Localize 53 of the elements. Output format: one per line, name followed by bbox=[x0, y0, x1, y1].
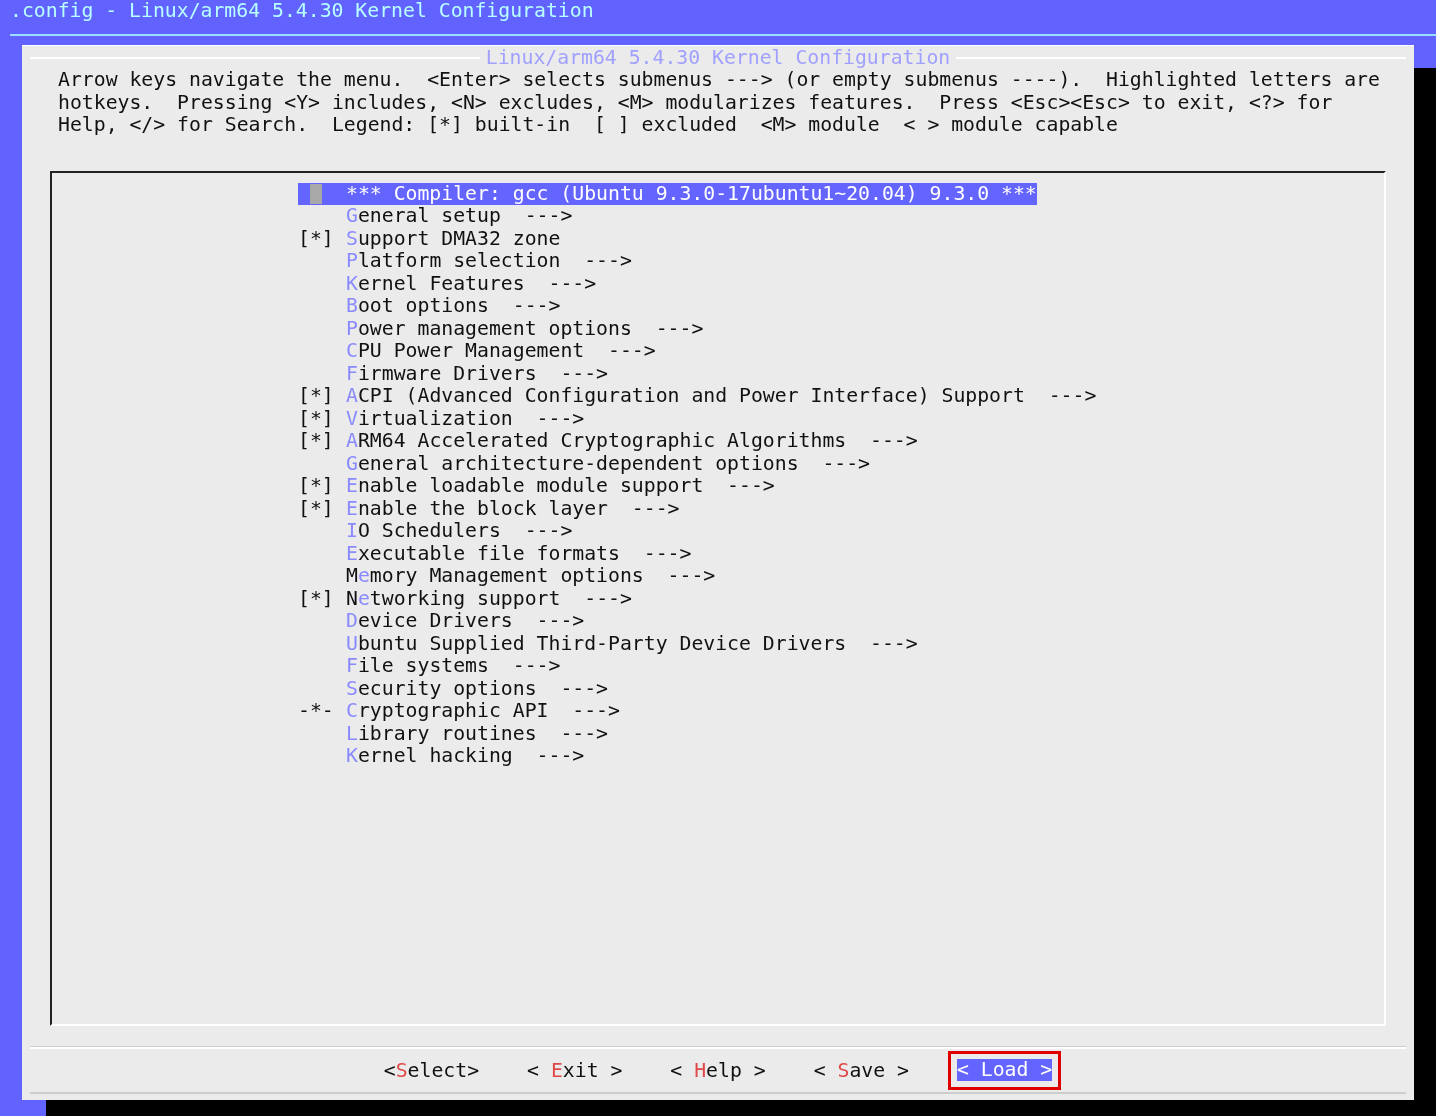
menu-item-label: C ryptographic API ---> bbox=[346, 700, 620, 723]
menu-item-label: Networking support ---> bbox=[346, 587, 632, 610]
menu-item[interactable]: Device Drivers ---> bbox=[298, 610, 585, 633]
menu-item[interactable]: Security options ---> bbox=[298, 677, 609, 700]
menu-item[interactable]: [*] Enable the block layer ---> bbox=[298, 497, 680, 520]
window-title: .config - Linux/arm64 5.4.30 Kernel Configuration bbox=[10, 0, 595, 24]
dialog-button[interactable]: < Load > bbox=[956, 1059, 1053, 1082]
option-state: [*] bbox=[298, 385, 335, 408]
menu-item[interactable]: [*] ACPI (Advanced Configuration and Power Interface) Support ---> bbox=[298, 385, 1097, 408]
menu-item[interactable]: [*] Support DMA32 zone bbox=[298, 227, 561, 250]
menu-item-label: Kernel hacking ---> bbox=[346, 745, 585, 768]
menu-item[interactable]: File systems ---> bbox=[298, 655, 561, 678]
option-state: [*] bbox=[298, 407, 335, 430]
menu-item-label: Firmware Drivers ---> bbox=[346, 362, 609, 385]
menu-item-label: Enable the block layer ---> bbox=[346, 497, 680, 520]
menu-item[interactable]: Kernel hacking ---> bbox=[298, 745, 585, 768]
option-state: [*] bbox=[298, 430, 335, 453]
menu-item-label: Support DMA32 zone bbox=[346, 227, 561, 250]
menu-item-label: ACPI (Advanced Configuration and Power Interface) Support ---> bbox=[346, 385, 1097, 408]
option-state: [*] bbox=[298, 475, 335, 498]
option-state: [*] bbox=[298, 497, 335, 520]
menu-item[interactable]: [*] ARM64 Accelerated Cryptographic Algorithms ---> bbox=[298, 430, 918, 453]
menu-item-label: File systems ---> bbox=[346, 655, 561, 678]
menu-item[interactable]: [*] Networking support ---> bbox=[298, 587, 632, 610]
option-state: -*- bbox=[298, 700, 335, 723]
dialog-button[interactable]: < Exit > bbox=[527, 1059, 623, 1082]
menu-item-label: Boot options ---> bbox=[346, 295, 561, 318]
dialog-button[interactable]: <Select> bbox=[383, 1059, 480, 1082]
menu-item[interactable]: Library routines ---> bbox=[298, 722, 609, 745]
option-state: [*] bbox=[298, 227, 335, 250]
menu-item-label: Device Drivers ---> bbox=[346, 610, 585, 633]
menu-item-label: Virtualization ---> bbox=[346, 407, 585, 430]
menu-item-label: General setup ---> bbox=[346, 205, 573, 228]
menu-item[interactable]: Kernel Features ---> bbox=[298, 272, 597, 295]
menu-item[interactable]: IO Schedulers ---> bbox=[298, 520, 573, 543]
menu-item-label: ARM64 Accelerated Cryptographic Algorithms ---> bbox=[346, 430, 918, 453]
menu-item[interactable]: General setup ---> bbox=[298, 205, 573, 228]
menu-item-label: Security options ---> bbox=[346, 677, 609, 700]
cursor-block bbox=[310, 183, 322, 204]
menu-item-label: IO Schedulers ---> bbox=[346, 520, 573, 543]
menu-item-label: Library routines ---> bbox=[346, 722, 609, 745]
menu-item-label: Kernel Features ---> bbox=[346, 272, 597, 295]
menu-item[interactable]: [*] Virtualization ---> bbox=[298, 407, 585, 430]
menu-item[interactable]: -*- C ryptographic API ---> bbox=[298, 700, 620, 723]
dialog-button[interactable]: < Help > bbox=[670, 1059, 766, 1082]
menu-item[interactable]: Boot options ---> bbox=[298, 295, 561, 318]
menu-item[interactable]: Firmware Drivers ---> bbox=[298, 362, 609, 385]
dialog-title: Linux/arm64 5.4.30 Kernel Configuration bbox=[484, 46, 952, 70]
menu-item[interactable]: [*] Enable loadable module support ---> bbox=[298, 475, 775, 498]
menu-item-label: Enable loadable module support ---> bbox=[346, 475, 775, 498]
dialog-button[interactable]: < Save > bbox=[813, 1059, 909, 1082]
option-state: [*] bbox=[298, 587, 335, 610]
help-text: Arrow keys navigate the menu. <Enter> selects submenus ---> (or empty submenus ----). Highlighted letters are hotkeys. Pressing <Y> includes, <N> excludes, <M> modularizes features. Press <Esc><Esc> to exit, <?> for Help, </> for Search. Legend: [*] built-in [ ] excluded <M> module < > module capable bbox=[57, 69, 1381, 137]
